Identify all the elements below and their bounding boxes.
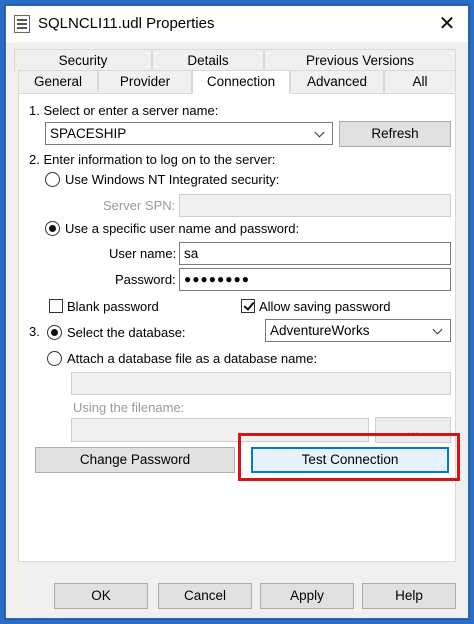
browse-button[interactable]: ... [375, 417, 451, 443]
username-label: User name: [109, 246, 177, 261]
tab-security[interactable]: Security [14, 49, 152, 71]
password-label: Password: [115, 272, 176, 287]
attach-db-label: Attach a database file as a database nam… [67, 351, 318, 366]
properties-dialog: SQLNCLI11.udl Properties ✕ Security Deta… [5, 5, 469, 619]
tab-previous-versions[interactable]: Previous Versions [264, 49, 456, 71]
allow-saving-checkbox[interactable] [241, 299, 255, 313]
step1-label: 1. Select or enter a server name: [29, 103, 219, 118]
windows-nt-radio[interactable] [45, 172, 60, 187]
help-button[interactable]: Help [362, 583, 456, 609]
title-bar: SQLNCLI11.udl Properties ✕ [6, 6, 468, 42]
ok-button[interactable]: OK [54, 583, 148, 609]
chevron-down-icon[interactable] [428, 320, 450, 341]
tab-advanced[interactable]: Advanced [290, 70, 384, 92]
windows-nt-label: Use Windows NT Integrated security: [65, 172, 280, 187]
step2-label: 2. Enter information to log on to the se… [29, 152, 276, 167]
select-db-radio[interactable] [47, 325, 62, 340]
server-spn-input[interactable] [179, 194, 451, 217]
database-value: AdventureWorks [270, 323, 370, 338]
database-combobox[interactable]: AdventureWorks [265, 319, 451, 342]
allow-saving-label: Allow saving password [259, 299, 391, 314]
blank-password-label: Blank password [67, 299, 159, 314]
specific-user-label: Use a specific user name and password: [65, 221, 300, 236]
step3-number: 3. [29, 324, 40, 339]
select-db-label: Select the database: [67, 325, 186, 340]
using-filename-label: Using the filename: [73, 400, 185, 415]
attach-db-radio[interactable] [47, 351, 62, 366]
username-input[interactable]: sa [179, 242, 451, 265]
file-icon [14, 15, 30, 33]
tab-all[interactable]: All [384, 70, 456, 92]
apply-button[interactable]: Apply [260, 583, 354, 609]
server-name-combobox[interactable]: SPACESHIP [45, 122, 333, 145]
password-input[interactable]: ●●●●●●●● [179, 268, 451, 291]
refresh-button[interactable]: Refresh [339, 121, 451, 147]
server-name-value: SPACESHIP [50, 126, 127, 141]
tab-details[interactable]: Details [152, 49, 264, 71]
tab-connection[interactable]: Connection [192, 70, 290, 94]
blank-password-checkbox[interactable] [49, 299, 63, 313]
test-connection-button[interactable]: Test Connection [251, 447, 449, 473]
cancel-button[interactable]: Cancel [158, 583, 252, 609]
tab-general[interactable]: General [18, 70, 98, 92]
chevron-down-icon[interactable] [310, 123, 332, 144]
change-password-button[interactable]: Change Password [35, 447, 235, 473]
window-title: SQLNCLI11.udl Properties [38, 15, 215, 32]
connection-panel: 1. Select or enter a server name: SPACES… [18, 93, 456, 562]
close-icon[interactable]: ✕ [431, 10, 463, 38]
specific-user-radio[interactable] [45, 221, 60, 236]
server-spn-label: Server SPN: [103, 198, 176, 213]
filename-input[interactable] [71, 418, 369, 442]
tab-provider[interactable]: Provider [98, 70, 192, 92]
attach-db-input[interactable] [71, 372, 451, 395]
